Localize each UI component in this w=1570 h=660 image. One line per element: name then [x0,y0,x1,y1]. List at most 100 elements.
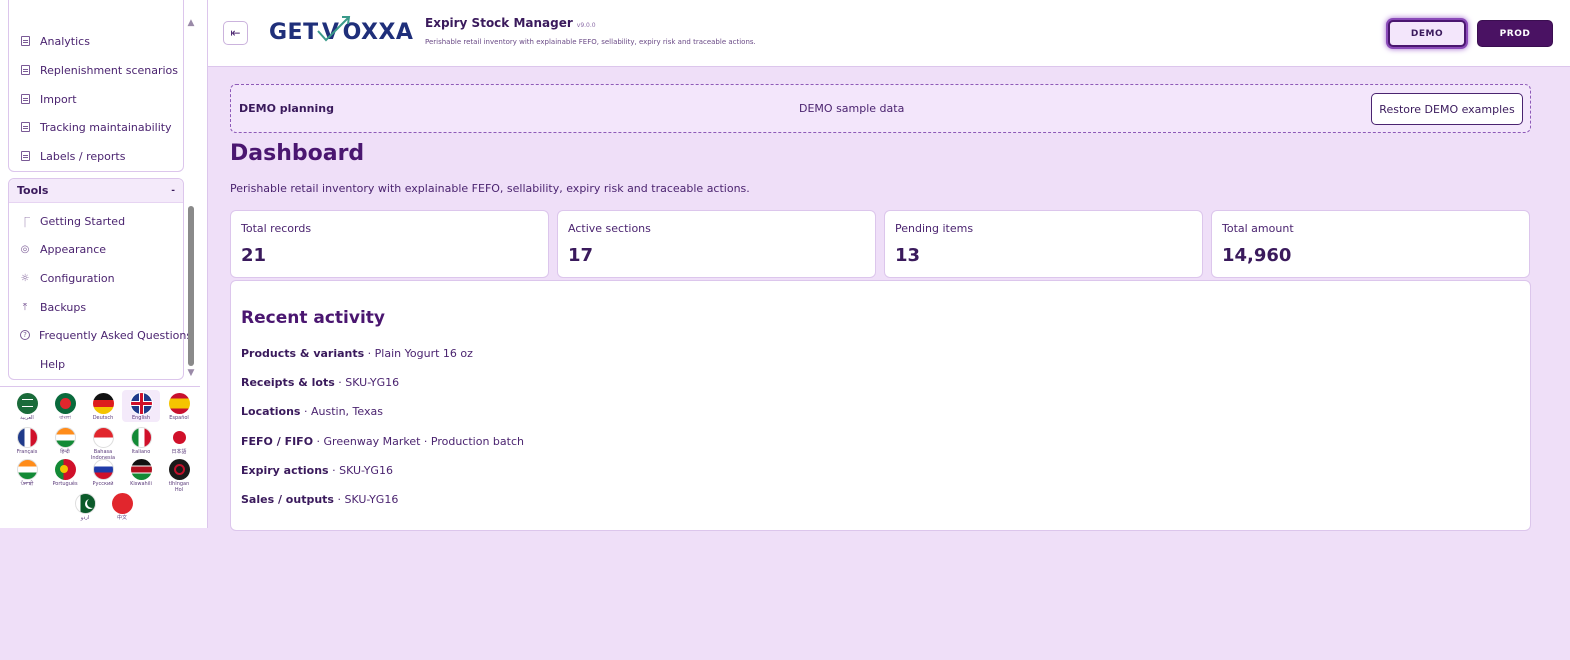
activity-section: Expiry actions [241,464,329,477]
language-ar[interactable]: العربية [12,393,42,421]
language-it[interactable]: Italiano [126,427,156,455]
scrollbar-thumb[interactable] [188,206,194,366]
activity-section: Locations [241,405,301,418]
activity-section: Sales / outputs [241,493,334,506]
sidebar-sections-panel: Analytics Replenishment scenarios Import… [8,0,184,172]
language-label: हिन्दी [60,449,70,455]
flag-uk-icon [130,393,152,414]
sidebar-item-analytics[interactable]: Analytics [19,30,90,52]
logo-check-icon [317,16,351,42]
activity-section: Receipts & lots [241,376,335,389]
language-es[interactable]: Español [164,393,194,421]
scroll-down-icon[interactable]: ▼ [186,368,196,378]
language-label: Español [169,415,189,421]
activity-detail: · Greenway Market · Production batch [313,435,524,448]
language-label: বাংলা [59,415,71,421]
kpi-card-total-amount: Total amount 14,960 [1211,210,1530,278]
kpi-label: Total records [241,222,312,235]
sidebar-item-backups[interactable]: ⤒ Backups [19,296,86,318]
kpi-value: 17 [568,245,594,266]
sidebar-item-appearance[interactable]: ◎ Appearance [19,238,106,260]
document-icon [19,65,31,75]
language-pt[interactable]: Português [50,459,80,487]
sidebar-item-label: Frequently Asked Questions [39,328,193,342]
sidebar-item-faq[interactable]: ? Frequently Asked Questions [19,324,192,346]
sidebar-item-getting-started[interactable]: ⎾ Getting Started [19,210,125,232]
flag-india-icon [54,427,76,448]
language-ru[interactable]: Русский [88,459,118,487]
divider [0,386,200,387]
sidebar-item-configuration[interactable]: ☼ Configuration [19,267,115,289]
sidebar-item-help[interactable]: Help [19,353,65,375]
flag-klingon-icon [168,459,190,480]
demo-sample-data-label: DEMO sample data [799,102,905,115]
kpi-value: 13 [895,245,921,266]
sidebar-item-tracking-maintainability[interactable]: Tracking maintainability [19,116,172,138]
activity-row[interactable]: Expiry actions · SKU-YG16 [241,464,393,477]
kpi-value: 21 [241,245,267,266]
recent-activity-card: Recent activity Products & variants · Pl… [230,280,1531,531]
language-de[interactable]: Deutsch [88,393,118,421]
activity-detail: · SKU-YG16 [333,493,399,506]
activity-row[interactable]: Products & variants · Plain Yogurt 16 oz [241,347,473,360]
recent-activity-title: Recent activity [241,308,385,328]
app-subtitle: Perishable retail inventory with explain… [425,38,756,46]
language-tlh[interactable]: tlhIngan Hol [164,459,194,493]
flag-spain-icon [168,393,190,414]
activity-row[interactable]: Receipts & lots · SKU-YG16 [241,376,399,389]
rocket-icon: ⎾ [20,217,30,229]
app-header: ⇤ GET V OXXA Expiry Stock Manager v9.0.0 Pe… [208,0,1570,67]
language-ja[interactable]: 日本語 [164,427,194,455]
flag-japan-icon [168,427,190,448]
sidebar-item-label: Help [40,357,66,371]
app-title-text: Expiry Stock Manager [425,16,573,30]
scroll-up-icon[interactable]: ▲ [186,18,196,28]
kpi-card-active-sections: Active sections 17 [557,210,876,278]
language-label: العربية [20,415,34,421]
language-en[interactable]: English [126,393,156,421]
activity-row[interactable]: FEFO / FIFO · Greenway Market · Producti… [241,435,524,448]
demo-banner: DEMO planning DEMO sample data Restore D… [230,84,1531,133]
tools-section-title: Tools [17,184,49,197]
tools-section-header[interactable]: Tools - [9,179,183,203]
prod-mode-button[interactable]: PROD [1477,20,1553,47]
activity-row[interactable]: Locations · Austin, Texas [241,405,383,418]
activity-row[interactable]: Sales / outputs · SKU-YG16 [241,493,398,506]
document-icon [19,36,31,46]
gear-icon: ☼ [20,272,30,284]
demo-mode-button[interactable]: DEMO [1388,20,1466,47]
language-label: English [131,415,151,421]
kpi-card-total-records: Total records 21 [230,210,549,278]
language-fr[interactable]: Français [12,427,42,455]
language-pa[interactable]: ਪੰਜਾਬੀ [12,459,42,487]
flag-italy-icon [130,427,152,448]
sidebar-toggle-button[interactable]: ⇤ [223,21,248,45]
language-zh[interactable]: 中文 [107,493,137,521]
language-label: tlhIngan Hol [168,481,190,493]
sidebar-item-labels-reports[interactable]: Labels / reports [19,145,125,167]
language-hi[interactable]: हिन्दी [50,427,80,455]
kpi-label: Pending items [895,222,974,235]
flag-china-icon [111,493,133,514]
activity-section: Products & variants [241,347,365,360]
language-id[interactable]: Bahasa Indonesia [88,427,118,461]
language-label: Français [16,449,38,455]
activity-section: FEFO / FIFO [241,435,314,448]
sidebar-item-label: Analytics [40,34,90,48]
page-description: Perishable retail inventory with explain… [230,182,750,195]
language-label: Italiano [131,449,151,455]
sidebar: Analytics Replenishment scenarios Import… [0,0,208,528]
activity-detail: · Austin, Texas [300,405,383,418]
language-ur[interactable]: اردو [70,493,100,521]
sidebar-item-replenishment-scenarios[interactable]: Replenishment scenarios [19,59,178,81]
restore-demo-examples-button[interactable]: Restore DEMO examples [1371,93,1523,125]
sidebar-item-label: Appearance [40,242,107,256]
sidebar-item-import[interactable]: Import [19,88,77,110]
sidebar-tools-panel: Tools - ⎾ Getting Started ◎ Appearance ☼… [8,178,192,380]
sidebar-item-label: Replenishment scenarios [40,63,179,77]
sidebar-scrollbar[interactable]: ▲ ▼ [186,14,196,380]
language-bn[interactable]: বাংলা [50,393,80,421]
language-sw[interactable]: Kiswahili [126,459,156,487]
question-icon: ? [20,330,30,340]
collapse-icon[interactable]: - [171,186,175,196]
